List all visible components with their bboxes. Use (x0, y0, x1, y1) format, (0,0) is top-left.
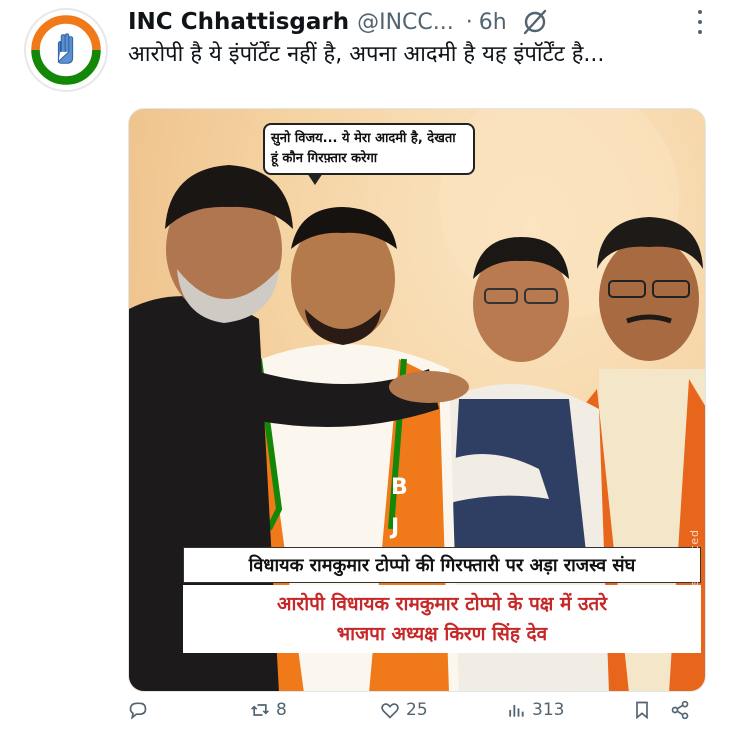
like-count: 25 (406, 700, 428, 720)
post-image[interactable]: B J B J सुनो विजय... ये मेरा आदमी है, दे… (128, 108, 706, 692)
post-header: INC Chhattisgarh @INCC... · 6h (128, 4, 718, 40)
speech-bubble: सुनो विजय... ये मेरा आदमी है, देखता हूं … (263, 123, 475, 185)
post-time[interactable]: 6h (479, 10, 507, 35)
share-button[interactable] (670, 700, 696, 720)
headline-bottom: आरोपी विधायक रामकुमार टोप्पो के पक्ष में… (183, 585, 701, 653)
headline-top: विधायक रामकुमार टोप्पो की गिरफ्तारी पर अ… (183, 547, 701, 583)
repost-count: 8 (276, 700, 287, 720)
avatar[interactable] (24, 8, 108, 92)
inc-logo-icon (27, 11, 105, 89)
author-handle[interactable]: @INCC... (357, 10, 454, 35)
reply-button[interactable] (128, 700, 154, 720)
author-name[interactable]: INC Chhattisgarh (128, 9, 349, 35)
more-icon[interactable] (696, 10, 704, 34)
repost-icon (251, 704, 269, 716)
separator-dot: · (465, 9, 473, 35)
headline-bottom-line1: आरोपी विधायक रामकुमार टोप्पो के पक्ष में… (277, 593, 607, 615)
grok-icon[interactable] (521, 8, 549, 36)
heart-icon (381, 703, 399, 719)
action-bar: 8 25 313 (128, 700, 698, 730)
ai-generated-label: AI Generated (688, 529, 701, 614)
share-icon (671, 700, 689, 720)
post-text: आरोपी है ये इंपॉर्टेंट नहीं है, अपना आदम… (128, 42, 605, 67)
headline-bottom-line2: भाजपा अध्यक्ष किरण सिंह देव (336, 623, 548, 645)
reply-icon (129, 702, 147, 720)
bookmark-icon (636, 701, 648, 720)
views-count: 313 (532, 700, 565, 720)
repost-button[interactable]: 8 (250, 700, 287, 720)
scarf-letter: J (389, 515, 399, 540)
bookmark-button[interactable] (632, 700, 658, 720)
like-button[interactable]: 25 (380, 700, 428, 720)
views-icon (509, 705, 524, 717)
views-button[interactable]: 313 (506, 700, 564, 720)
scarf-letter: B (391, 475, 408, 500)
